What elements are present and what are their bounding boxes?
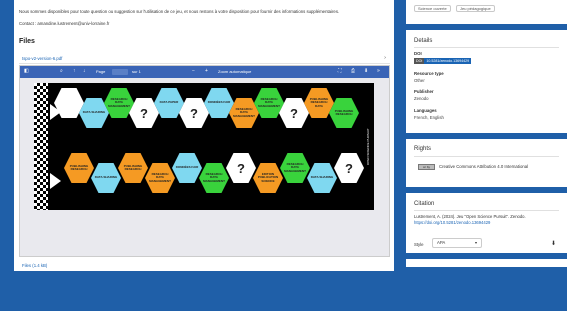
tag-science-ouverte[interactable]: Science ouverte <box>414 5 451 12</box>
doi-key: DOI <box>414 51 422 56</box>
board-hex: EDITION PUBLICATION SCIENCE <box>253 163 283 193</box>
languages-value: French, English <box>414 115 444 120</box>
arrow-up-icon[interactable]: ↑ <box>73 68 76 75</box>
board-hex: RESEARCH DATA MANAGEMENT <box>280 153 310 183</box>
keywords-box: Science ouverte Jeu pédagogique <box>406 0 567 24</box>
board-hex: DONNÉES FAIR <box>172 153 202 183</box>
publisher-key: Publisher <box>414 89 434 94</box>
citation-divider <box>414 210 559 211</box>
board-hex: ? <box>226 153 256 183</box>
download-icon[interactable]: ⬇ <box>551 240 556 247</box>
rights-divider <box>414 156 559 157</box>
rights-title: Rights <box>414 146 432 152</box>
board-hex: DATA SHARING <box>307 163 337 193</box>
citation-body: Lustrement, A. (2024). Jeu "Open Science… <box>414 214 526 219</box>
page-count: sur 1 <box>132 69 141 74</box>
citation-doi-link[interactable]: https://doi.org/10.5281/zenodo.13694429 <box>414 220 490 225</box>
print-icon[interactable]: ⎙ <box>351 68 355 75</box>
board-hex: RESEARCH DATA MANAGEMENT <box>199 163 229 193</box>
tag-jeu-pedagogique[interactable]: Jeu pédagogique <box>456 5 495 12</box>
details-divider <box>414 47 559 48</box>
board-start-checker <box>34 83 48 210</box>
file-preview-header[interactable]: tspo-v2-version-6.pdf › <box>19 54 390 64</box>
page-number-input[interactable] <box>112 68 128 75</box>
languages-key: Languages <box>414 108 437 113</box>
chevron-right-icon[interactable]: › <box>384 55 386 61</box>
board-hex: PUBLISHING RESEARCH <box>118 153 148 183</box>
citation-box: Citation Lustrement, A. (2024). Jeu "Ope… <box>406 193 567 253</box>
citation-style-value: APA <box>437 240 446 245</box>
board-hex: DATA SHARING <box>91 163 121 193</box>
zoom-select[interactable]: Zoom automatique <box>218 68 251 75</box>
resource-type-key: Resource type <box>414 71 444 76</box>
resource-type-value: Other <box>414 78 425 83</box>
fullscreen-icon[interactable]: ⛶ <box>338 68 342 75</box>
doi-badge[interactable]: DOI 10.5281/zenodo.13694429 <box>414 58 472 64</box>
style-label: Style <box>414 242 424 247</box>
board-hex: RESEARCH DATA MANAGEMENT <box>145 163 175 193</box>
page-label: Page <box>96 69 106 74</box>
files-heading: Files <box>19 38 35 45</box>
download-icon[interactable]: ⬇ <box>364 68 368 75</box>
zoom-in-button[interactable]: + <box>205 68 208 75</box>
board-hex: ? <box>334 153 364 183</box>
board-side-label: OPEN SCIENCE PURSUIT <box>366 128 370 166</box>
cc-by-icon: cc by <box>418 164 435 170</box>
contact-text: Contact : amandine.lustrement@univ-lorra… <box>19 21 110 26</box>
doi-badge-value[interactable]: 10.5281/zenodo.13694429 <box>424 58 472 64</box>
rights-box: Rights cc by Creative Commons Attributio… <box>406 139 567 187</box>
doi-badge-label: DOI <box>414 58 425 64</box>
intro-text: Nous sommes disponibles pour toute quest… <box>19 9 340 14</box>
game-board-page: DATA SHARING RESEARCH DATA MANAGEMENT? DAT… <box>34 83 374 210</box>
citation-style-select[interactable]: APA ▾ <box>432 238 482 248</box>
citation-title: Citation <box>414 201 435 207</box>
details-title: Details <box>414 38 433 44</box>
sidebar-extra-box <box>406 259 567 267</box>
files-footer-link[interactable]: Files (1.4 kB) <box>22 263 47 268</box>
pdf-viewer[interactable]: ◧ ⌕ ↑ ↓ Page sur 1 − + Zoom automatique … <box>19 65 390 257</box>
pdf-toolbar: ◧ ⌕ ↑ ↓ Page sur 1 − + Zoom automatique … <box>20 66 389 78</box>
publisher-value: Zenodo <box>414 96 429 101</box>
citation-text: Lustrement, A. (2024). Jeu "Open Science… <box>414 214 562 226</box>
board-hex: PUBLISHING RESEARCH <box>64 153 94 183</box>
menu-icon[interactable]: » <box>377 68 380 75</box>
details-box: Details DOI DOI 10.5281/zenodo.13694429 … <box>406 30 567 133</box>
start-arrow-bottom <box>50 173 61 189</box>
search-icon[interactable]: ⌕ <box>60 68 63 75</box>
arrow-down-icon[interactable]: ↓ <box>83 68 86 75</box>
chevron-down-icon: ▾ <box>474 240 477 245</box>
license-name[interactable]: Creative Commons Attribution 4.0 Interna… <box>439 164 528 169</box>
file-name-link[interactable]: tspo-v2-version-6.pdf <box>22 56 62 61</box>
sidebar-toggle-icon[interactable]: ◧ <box>24 68 29 75</box>
record-main-panel: Nous sommes disponibles pour toute quest… <box>14 0 394 271</box>
zoom-out-button[interactable]: − <box>192 68 195 75</box>
